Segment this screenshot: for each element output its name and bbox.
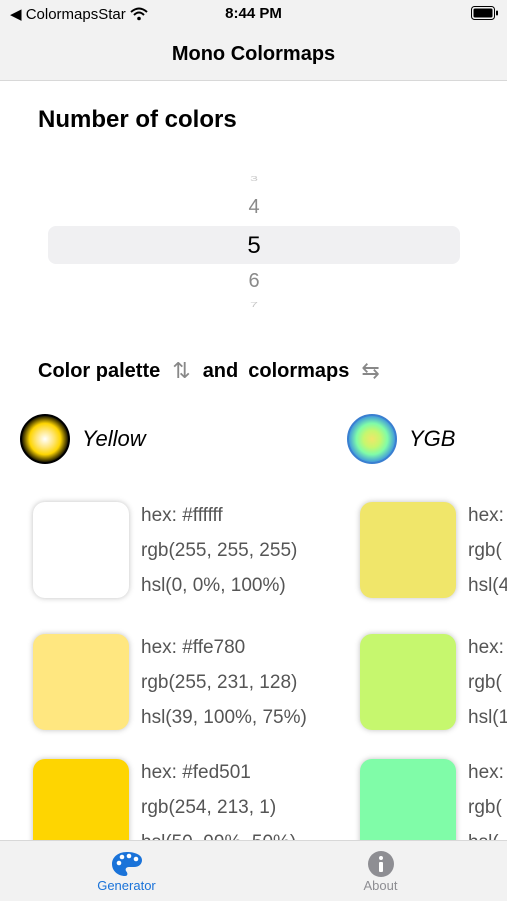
colormap-name: Yellow xyxy=(82,426,146,451)
color-info: hex: rgb( hsl( xyxy=(468,755,504,840)
swatch-row[interactable]: hex: rgb( hsl( xyxy=(360,759,504,840)
hsl-value: hsl( xyxy=(468,825,504,840)
rgb-value: rgb(255, 231, 128) xyxy=(141,672,298,693)
picker-value[interactable]: 4 xyxy=(48,196,460,219)
colormap-header-ygb[interactable]: YGB xyxy=(347,414,455,464)
picker-value[interactable]: 3 xyxy=(48,174,460,183)
hex-value: hex: #fed501 xyxy=(141,762,251,783)
hsl-value: hsl(50, 99%, 50%) xyxy=(141,825,296,840)
number-of-colors-title: Number of colors xyxy=(38,106,237,133)
nav-title: Mono Colormaps xyxy=(171,42,336,65)
clock: 8:44 PM xyxy=(225,5,282,22)
battery-icon xyxy=(471,6,498,20)
tab-generator[interactable]: Generator xyxy=(0,841,253,901)
info-icon xyxy=(367,850,394,877)
ygb-colormap-icon xyxy=(347,414,397,464)
swap-vertical-icon[interactable]: ⇅ xyxy=(172,358,190,384)
hex-value: hex: #ffffff xyxy=(141,505,223,526)
swatch-row[interactable]: hex: #fed501 rgb(254, 213, 1) hsl(50, 99… xyxy=(33,759,296,840)
picker-value[interactable]: 6 xyxy=(48,270,460,293)
hex-value: hex: #ffe780 xyxy=(141,637,246,658)
color-info: hex: #ffffff rgb(255, 255, 255) hsl(0, 0… xyxy=(141,498,297,603)
rgb-value: rgb(254, 213, 1) xyxy=(141,797,277,818)
hsl-value: hsl(4 xyxy=(468,575,507,596)
color-info: hex: #ffe780 rgb(255, 231, 128) hsl(39, … xyxy=(141,630,307,735)
navigation-bar: Mono Colormaps xyxy=(0,28,507,81)
color-swatch[interactable] xyxy=(33,634,129,730)
colormap-name: YGB xyxy=(409,426,456,451)
color-swatch[interactable] xyxy=(33,502,129,598)
color-swatch[interactable] xyxy=(33,759,129,840)
color-info: hex: rgb( hsl(1 xyxy=(468,630,507,735)
picker-value-selected[interactable]: 5 xyxy=(48,232,460,260)
swatch-row[interactable]: hex: #ffe780 rgb(255, 231, 128) hsl(39, … xyxy=(33,634,307,735)
color-swatch[interactable] xyxy=(360,634,456,730)
colormaps-label: colormaps xyxy=(248,359,350,382)
palette-icon xyxy=(111,851,142,876)
hex-value: hex: xyxy=(468,762,504,783)
hsl-value: hsl(0, 0%, 100%) xyxy=(141,575,286,596)
color-swatch[interactable] xyxy=(360,759,456,840)
picker-value[interactable]: 7 xyxy=(48,300,460,309)
rgb-value: rgb(255, 255, 255) xyxy=(141,540,298,561)
swatch-row[interactable]: hex: rgb( hsl(4 xyxy=(360,502,507,603)
tab-about[interactable]: About xyxy=(254,841,507,901)
tab-bar: Generator About xyxy=(0,840,507,901)
main-content: Number of colors 3 4 5 6 7 Color palette… xyxy=(0,80,507,840)
colormap-header-yellow[interactable]: Yellow xyxy=(20,414,146,464)
color-info: hex: #fed501 rgb(254, 213, 1) hsl(50, 99… xyxy=(141,755,296,840)
rgb-value: rgb( xyxy=(468,540,502,561)
tab-label: Generator xyxy=(97,877,156,893)
hex-value: hex: xyxy=(468,505,504,526)
hsl-value: hsl(39, 100%, 75%) xyxy=(141,707,307,728)
status-bar: ◀ ColormapsStar 8:44 PM xyxy=(0,0,507,28)
swap-horizontal-icon[interactable]: ⇆ xyxy=(361,358,379,384)
color-info: hex: rgb( hsl(4 xyxy=(468,498,507,603)
rgb-value: rgb( xyxy=(468,672,502,693)
color-swatch[interactable] xyxy=(360,502,456,598)
number-picker[interactable]: 3 4 5 6 7 xyxy=(48,172,460,322)
yellow-colormap-icon xyxy=(20,414,70,464)
rgb-value: rgb( xyxy=(468,797,502,818)
palette-header: Color palette ⇅ and colormaps ⇆ xyxy=(38,358,392,384)
swatch-row[interactable]: hex: rgb( hsl(1 xyxy=(360,634,507,735)
color-palette-label: Color palette xyxy=(38,359,161,382)
swatch-row[interactable]: hex: #ffffff rgb(255, 255, 255) hsl(0, 0… xyxy=(33,502,297,603)
and-label: and xyxy=(202,359,239,382)
tab-label: About xyxy=(363,877,398,893)
hsl-value: hsl(1 xyxy=(468,707,507,728)
hex-value: hex: xyxy=(468,637,504,658)
